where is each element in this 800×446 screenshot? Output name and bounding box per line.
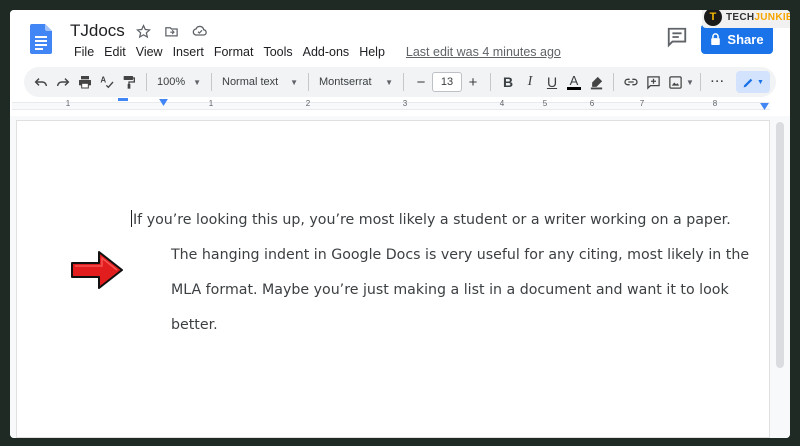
chevron-down-icon: ▼ — [385, 77, 393, 87]
pencil-icon — [743, 78, 753, 87]
ruler-number: 6 — [589, 99, 595, 108]
hanging-indent-paragraph[interactable]: If you’re looking this up, you’re most l… — [131, 203, 761, 343]
ruler[interactable]: 1 1 2 3 4 5 6 7 8 — [10, 97, 790, 115]
more-options-button[interactable]: ··· — [707, 71, 729, 93]
bold-button[interactable]: B — [497, 71, 519, 93]
right-indent-marker-icon[interactable] — [760, 103, 769, 110]
insert-link-icon[interactable] — [620, 71, 642, 93]
print-icon[interactable] — [74, 71, 96, 93]
docs-logo-icon[interactable] — [30, 24, 52, 54]
spellcheck-icon[interactable]: A — [96, 71, 118, 93]
paragraph-text: If you’re looking this up, you’re most l… — [133, 212, 750, 333]
move-folder-icon[interactable] — [163, 22, 181, 40]
decrease-font-size-button[interactable]: − — [410, 71, 432, 93]
ruler-number: 4 — [499, 99, 505, 108]
share-button[interactable]: Share — [701, 24, 773, 54]
document-canvas: If you’re looking this up, you’re most l… — [10, 116, 790, 438]
ruler-number: 5 — [542, 99, 548, 108]
underline-button[interactable]: U — [541, 71, 563, 93]
lock-icon — [711, 33, 721, 45]
ruler-number: 8 — [712, 99, 718, 108]
ruler-number: 1 — [65, 99, 71, 108]
left-indent-marker-icon[interactable] — [159, 99, 168, 106]
svg-text:A: A — [100, 76, 106, 85]
text-color-button[interactable]: A — [563, 71, 585, 93]
title-row: TJdocs — [70, 20, 209, 42]
cloud-saved-icon[interactable] — [191, 22, 209, 40]
ruler-number: 7 — [639, 99, 645, 108]
text-color-swatch — [567, 87, 581, 90]
paint-format-icon[interactable] — [118, 71, 140, 93]
chevron-down-icon: ▼ — [290, 77, 298, 87]
menu-edit[interactable]: Edit — [99, 43, 131, 61]
chevron-down-icon[interactable]: ▼ — [686, 78, 694, 87]
menu-view[interactable]: View — [131, 43, 168, 61]
style-value: Normal text — [222, 76, 279, 88]
highlight-color-icon[interactable] — [585, 71, 607, 93]
menu-bar: File Edit View Insert Format Tools Add-o… — [69, 43, 561, 61]
ruler-top-margin-marker[interactable] — [118, 98, 128, 101]
ruler-number: 3 — [402, 99, 408, 108]
menu-insert[interactable]: Insert — [168, 43, 209, 61]
text-color-letter: A — [569, 73, 579, 88]
watermark-junkie: JUNKIE — [754, 11, 790, 23]
comment-history-icon[interactable] — [666, 26, 688, 48]
zoom-value: 100% — [157, 76, 186, 88]
increase-font-size-button[interactable]: + — [462, 71, 484, 93]
insert-image-icon[interactable] — [664, 71, 686, 93]
docs-header: TJdocs File Edit View Insert Format Tool… — [10, 10, 790, 66]
menu-help[interactable]: Help — [354, 43, 390, 61]
star-icon[interactable] — [135, 22, 153, 40]
menu-tools[interactable]: Tools — [258, 43, 297, 61]
editing-mode-button[interactable]: ▼ — [736, 71, 770, 93]
app-window: TJdocs File Edit View Insert Format Tool… — [10, 10, 790, 438]
document-title[interactable]: TJdocs — [70, 21, 125, 41]
ruler-number: 1 — [208, 99, 214, 108]
last-edit-link[interactable]: Last edit was 4 minutes ago — [406, 43, 561, 61]
techjunkie-watermark: T TECHJUNKIE — [702, 10, 790, 28]
menu-format[interactable]: Format — [209, 43, 259, 61]
redo-icon[interactable] — [52, 71, 74, 93]
chevron-down-icon: ▼ — [757, 78, 764, 86]
add-comment-icon[interactable] — [642, 71, 664, 93]
ruler-number: 2 — [305, 99, 311, 108]
font-value: Montserrat — [319, 76, 372, 88]
share-label: Share — [727, 31, 764, 47]
italic-button[interactable]: I — [519, 71, 541, 93]
watermark-tech: TECH — [726, 11, 755, 23]
document-page[interactable]: If you’re looking this up, you’re most l… — [16, 120, 770, 438]
chevron-down-icon: ▼ — [193, 77, 201, 87]
text-cursor — [131, 210, 132, 227]
font-select[interactable]: Montserrat ▼ — [315, 71, 397, 93]
style-select[interactable]: Normal text ▼ — [218, 71, 302, 93]
formatting-toolbar: A 100% ▼ Normal text ▼ Montserrat ▼ − 13 + … — [24, 67, 776, 97]
menu-file[interactable]: File — [69, 43, 99, 61]
font-size-input[interactable]: 13 — [432, 72, 462, 92]
undo-icon[interactable] — [30, 71, 52, 93]
menu-addons[interactable]: Add-ons — [298, 43, 355, 61]
vertical-scrollbar[interactable] — [776, 122, 784, 368]
watermark-logo: T — [704, 10, 722, 26]
red-arrow-annotation — [71, 251, 123, 289]
zoom-select[interactable]: 100% ▼ — [153, 71, 205, 93]
